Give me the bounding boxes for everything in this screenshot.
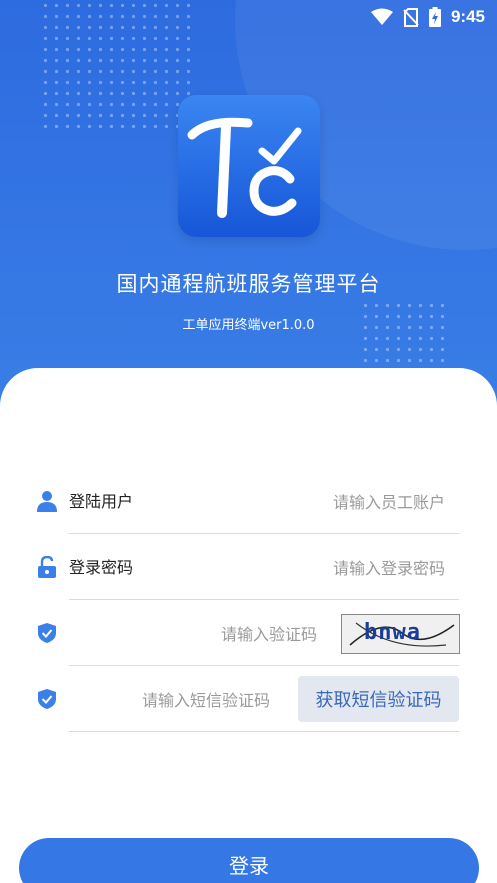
captcha-input[interactable]: 请输入验证码 [221, 621, 317, 645]
captcha-image[interactable]: bnwa [341, 614, 460, 654]
get-sms-code-button[interactable]: 获取短信验证码 [298, 676, 459, 722]
username-label: 登陆用户 [69, 492, 134, 511]
app-logo [178, 95, 320, 237]
battery-charging-icon [428, 7, 441, 27]
password-label: 登录密码 [69, 558, 134, 577]
login-card: 登陆用户 请输入员工账户 登录密码 请输入登录密码 请输入验证码 bnwa 请输… [0, 368, 497, 883]
username-row[interactable]: 登陆用户 请输入员工账户 [0, 468, 497, 534]
sms-code-input[interactable]: 请输入短信验证码 [142, 687, 270, 711]
login-button[interactable]: 登录 [19, 838, 479, 883]
status-bar: 9:45 [0, 0, 497, 34]
captcha-text: bnwa [364, 620, 421, 645]
password-row[interactable]: 登录密码 请输入登录密码 [0, 534, 497, 600]
divider [69, 731, 459, 732]
app-title: 国内通程航班服务管理平台 [116, 272, 381, 296]
app-version: 工单应用终端ver1.0.0 [182, 318, 315, 333]
username-input[interactable]: 请输入员工账户 [333, 489, 445, 513]
tc-logo-icon [187, 117, 302, 218]
captcha-row[interactable]: 请输入验证码 bnwa [0, 600, 497, 666]
shield-check-icon [36, 688, 58, 710]
no-sim-icon [403, 7, 419, 27]
shield-check-icon [36, 622, 58, 644]
wifi-icon [370, 8, 393, 26]
user-icon [36, 490, 58, 512]
status-time: 9:45 [450, 7, 485, 26]
sms-row[interactable]: 请输入短信验证码 获取短信验证码 [0, 666, 497, 732]
password-input[interactable]: 请输入登录密码 [333, 555, 445, 579]
unlock-icon [36, 555, 58, 578]
